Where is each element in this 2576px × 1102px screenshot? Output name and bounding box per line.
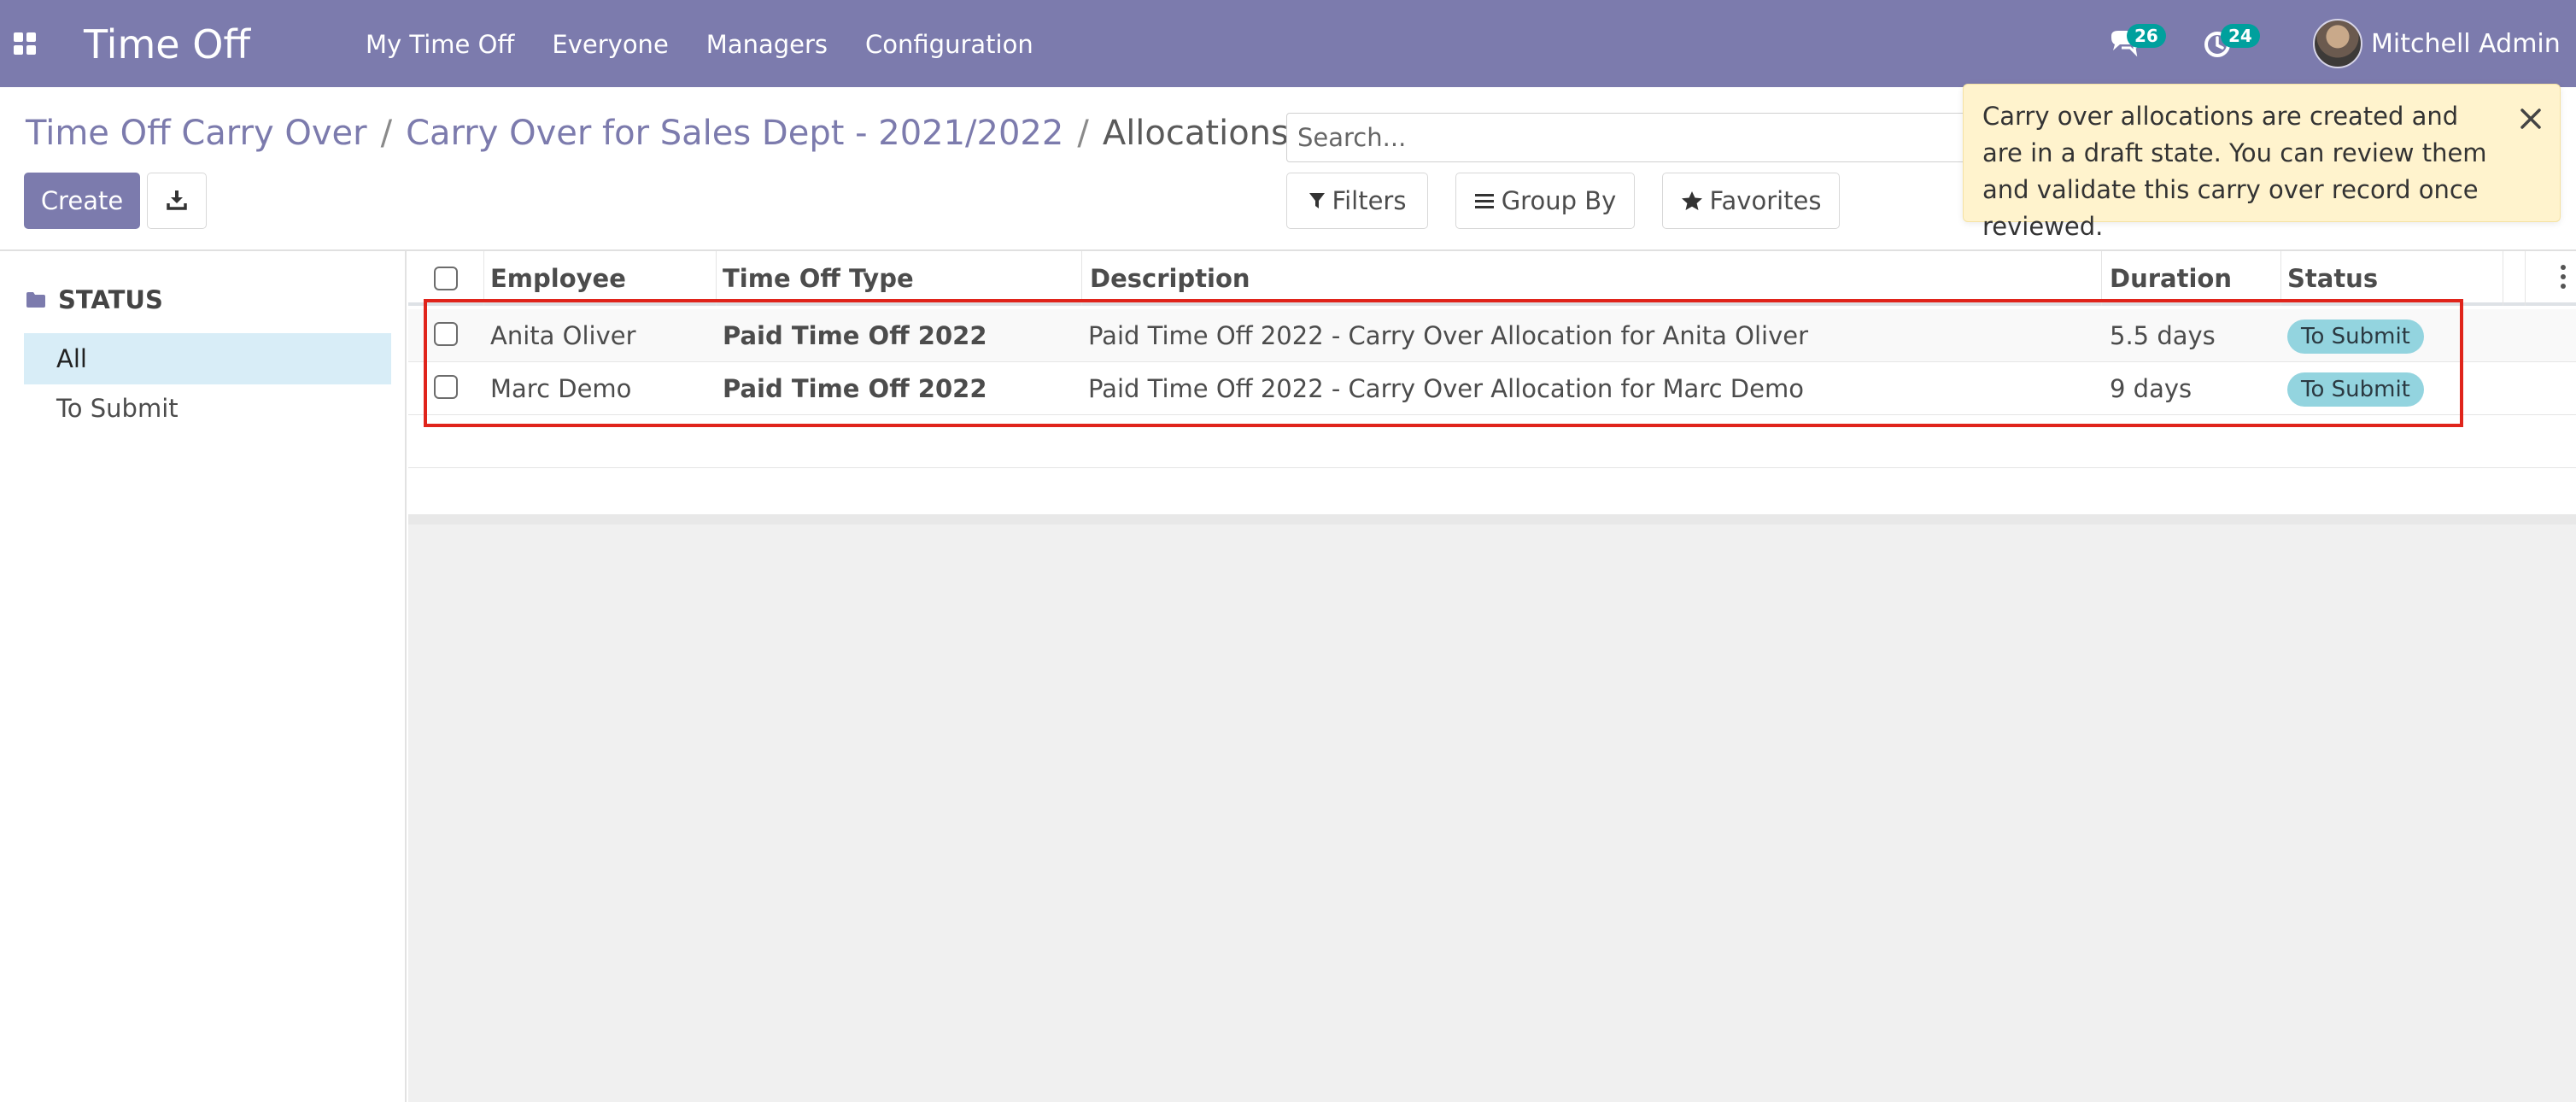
empty-row <box>408 468 2576 516</box>
filters-label: Filters <box>1332 186 1407 215</box>
column-header-status[interactable]: Status <box>2287 251 2378 306</box>
chat-count-badge: 26 <box>2127 24 2166 48</box>
column-divider <box>1081 251 1082 306</box>
status-badge: To Submit <box>2287 372 2424 407</box>
optional-columns-icon[interactable] <box>2561 265 2567 292</box>
create-button[interactable]: Create <box>24 173 140 229</box>
column-divider <box>2525 251 2526 306</box>
status-header-label: STATUS <box>58 285 163 314</box>
filter-icon <box>1308 193 1325 208</box>
sidebar-item-to-submit[interactable]: To Submit <box>24 383 391 434</box>
folder-icon <box>26 292 45 308</box>
table-footer <box>408 514 2576 525</box>
column-divider <box>2280 251 2281 306</box>
search-panel-sidebar: STATUS All To Submit <box>0 251 407 1102</box>
cell-employee: Marc Demo <box>490 374 632 403</box>
top-navbar: Time Off My Time Off Everyone Managers C… <box>0 0 2576 87</box>
column-header-time-off-type[interactable]: Time Off Type <box>723 251 914 306</box>
table-row[interactable]: Anita Oliver Paid Time Off 2022 Paid Tim… <box>408 309 2576 362</box>
apps-grid-icon[interactable] <box>14 32 36 55</box>
breadcrumb-current: Allocations <box>1102 114 1289 153</box>
filters-button[interactable]: Filters <box>1286 173 1428 229</box>
row-checkbox[interactable] <box>434 375 458 399</box>
star-icon <box>1681 191 1702 210</box>
notification-message: Carry over allocations are created and a… <box>1982 102 2487 241</box>
notification-toast: Carry over allocations are created and a… <box>1963 84 2561 241</box>
status-category-header: STATUS <box>26 285 163 314</box>
column-header-employee[interactable]: Employee <box>490 251 626 306</box>
column-divider <box>2101 251 2102 306</box>
menu-item-my-time-off[interactable]: My Time Off <box>366 26 514 63</box>
cell-description: Paid Time Off 2022 - Carry Over Allocati… <box>1088 321 1809 350</box>
favorites-label: Favorites <box>1709 186 1822 215</box>
breadcrumb-separator: / <box>1077 114 1089 153</box>
list-icon <box>1474 194 1494 208</box>
column-divider <box>483 251 484 306</box>
download-icon <box>167 190 187 210</box>
export-button[interactable] <box>147 173 207 229</box>
group-by-label: Group By <box>1501 186 1617 215</box>
favorites-button[interactable]: Favorites <box>1662 173 1840 229</box>
search-input[interactable] <box>1286 113 2021 162</box>
list-table: Employee Time Off Type Description Durat… <box>408 251 2576 518</box>
column-header-duration[interactable]: Duration <box>2110 251 2232 306</box>
table-header: Employee Time Off Type Description Durat… <box>408 251 2576 306</box>
sidebar-item-all[interactable]: All <box>24 333 391 384</box>
activity-count-badge: 24 <box>2221 24 2260 48</box>
breadcrumb-carry-over[interactable]: Time Off Carry Over <box>26 114 367 153</box>
column-divider <box>716 251 717 306</box>
cell-time-off-type: Paid Time Off 2022 <box>723 321 987 350</box>
breadcrumb-separator: / <box>380 114 393 153</box>
column-header-description[interactable]: Description <box>1090 251 1250 306</box>
menu-item-managers[interactable]: Managers <box>706 26 828 63</box>
menu-item-everyone[interactable]: Everyone <box>552 26 668 63</box>
empty-row <box>408 415 2576 468</box>
app-title[interactable]: Time Off <box>84 19 250 70</box>
list-view: Employee Time Off Type Description Durat… <box>408 251 2576 1102</box>
main-menu: My Time Off Everyone Managers Configurat… <box>366 26 1033 63</box>
cell-employee: Anita Oliver <box>490 321 636 350</box>
status-badge: To Submit <box>2287 319 2424 354</box>
row-checkbox[interactable] <box>434 322 458 346</box>
cell-duration: 5.5 days <box>2110 321 2216 350</box>
close-icon[interactable] <box>2515 103 2546 134</box>
menu-item-configuration[interactable]: Configuration <box>865 26 1033 63</box>
cell-duration: 9 days <box>2110 374 2193 403</box>
table-row[interactable]: Marc Demo Paid Time Off 2022 Paid Time O… <box>408 362 2576 415</box>
select-all-checkbox[interactable] <box>434 267 458 290</box>
cell-description: Paid Time Off 2022 - Carry Over Allocati… <box>1088 374 1804 403</box>
group-by-button[interactable]: Group By <box>1455 173 1635 229</box>
cell-time-off-type: Paid Time Off 2022 <box>723 374 987 403</box>
avatar[interactable] <box>2313 19 2362 68</box>
user-menu[interactable]: Mitchell Admin <box>2371 26 2561 63</box>
breadcrumb: Time Off Carry Over / Carry Over for Sales… <box>26 111 1289 155</box>
breadcrumb-carry-over-record[interactable]: Carry Over for Sales Dept - 2021/2022 <box>406 114 1063 153</box>
